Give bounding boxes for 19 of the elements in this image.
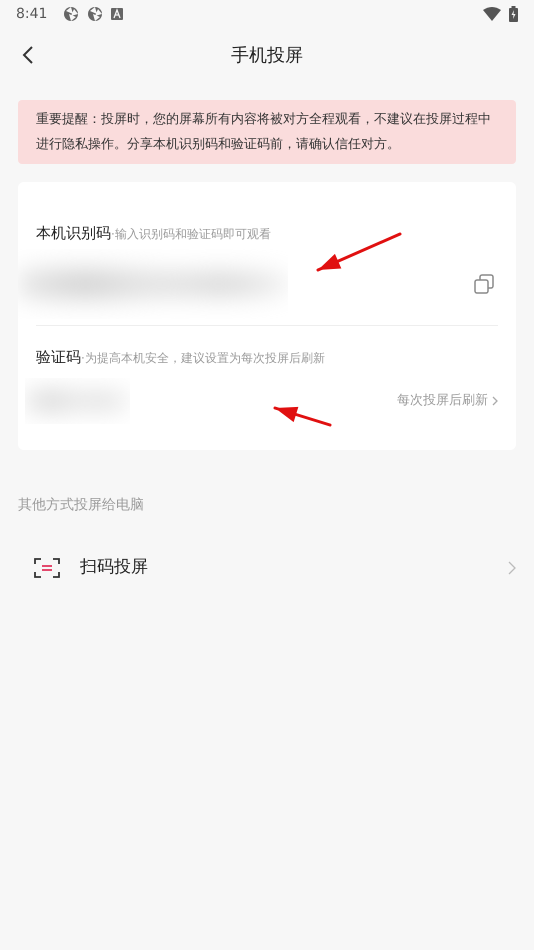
chevron-icon (492, 396, 498, 406)
aperture-icon (87, 6, 104, 22)
back-icon (22, 45, 34, 65)
field-label: 本机识别码 (36, 223, 111, 244)
field-label: 验证码 (36, 346, 81, 368)
chevron-icon (508, 561, 516, 575)
battery-icon (509, 6, 518, 22)
section-title: 其他方式投屏给电脑 (18, 497, 144, 513)
wifi-icon (483, 7, 501, 21)
scan-icon (34, 557, 60, 579)
warning-banner: 重要提醒：投屏时，您的屏幕所有内容将被对方全程观看，不建议在投屏过程中进行隐私操作。分享本机识别码和验证码前，请确认信任对方。 (18, 100, 516, 164)
scan-cast-item[interactable]: 扫码投屏 (0, 538, 534, 598)
keyboard-icon (111, 8, 124, 20)
aperture-icon (63, 6, 80, 22)
status-time: 8:41 (16, 4, 48, 24)
field-hint: ·输入识别码和验证码即可观看 (111, 226, 271, 243)
page-title: 手机投屏 (231, 44, 303, 68)
field-hint: ·为提高本机安全，建议设置为每次投屏后刷新 (81, 350, 325, 366)
copy-icon[interactable] (474, 274, 494, 294)
